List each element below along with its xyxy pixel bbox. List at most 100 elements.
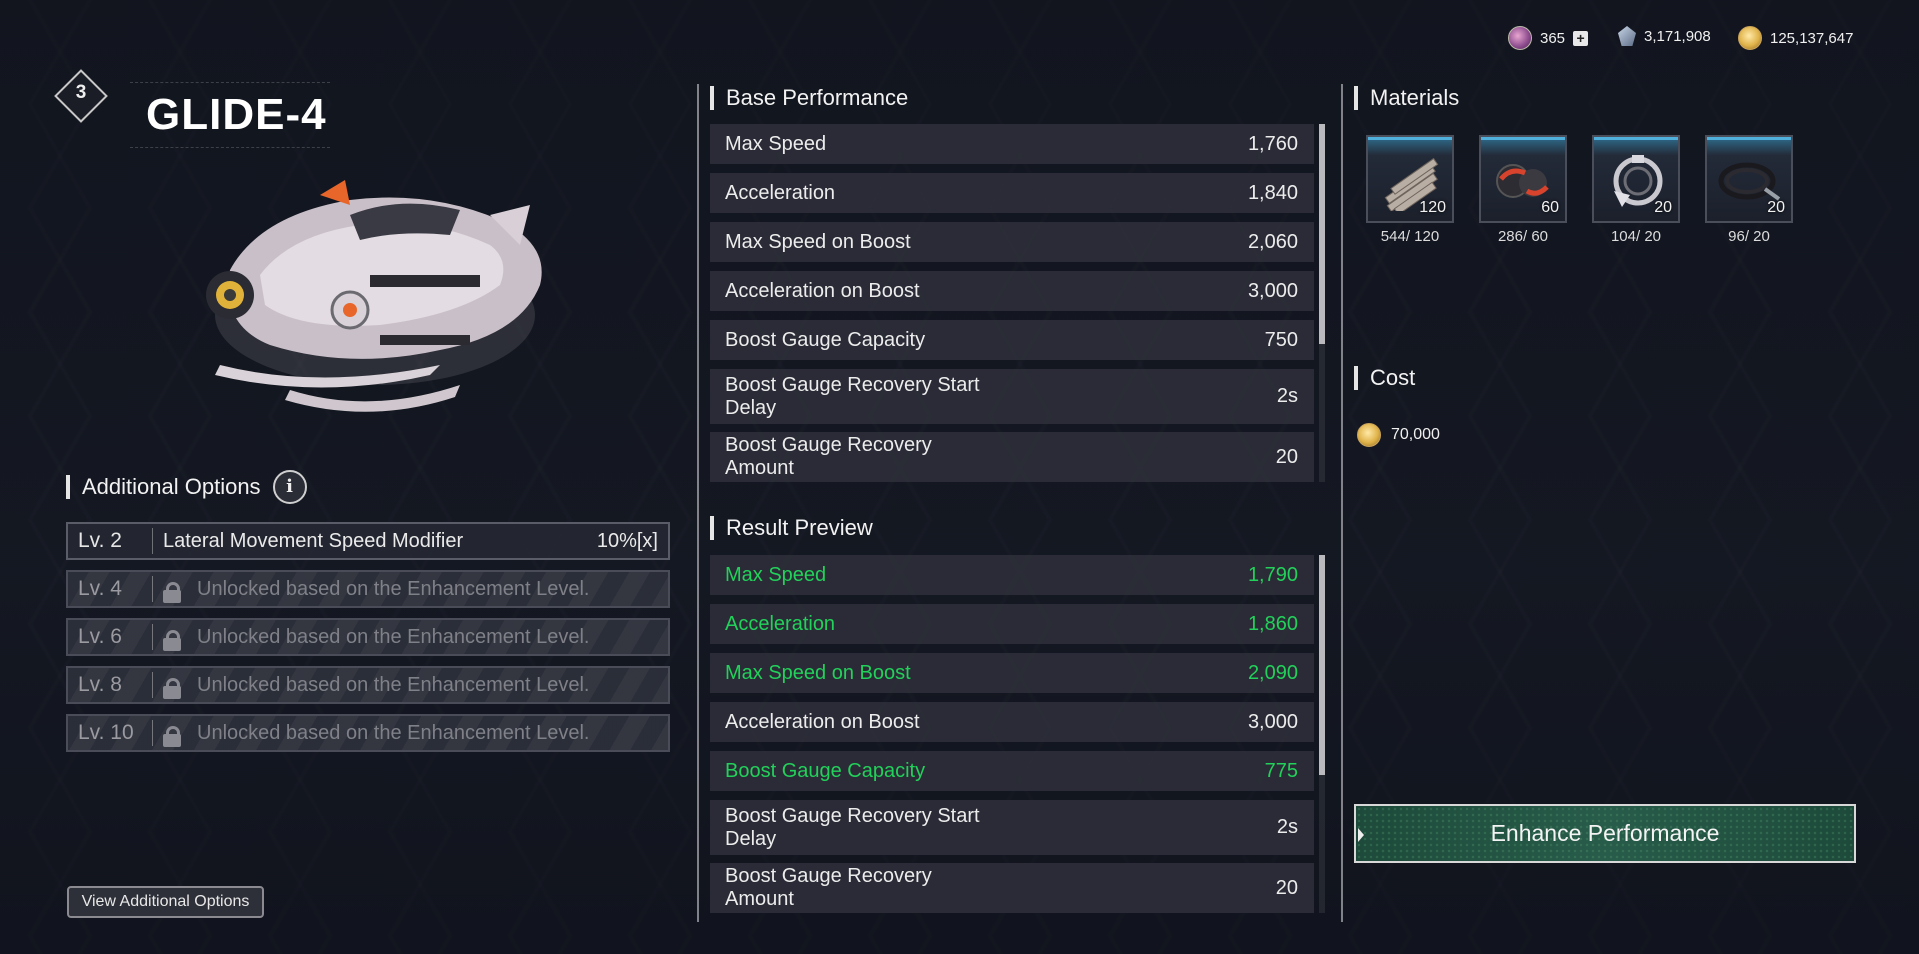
cost-value: 70,000 bbox=[1391, 426, 1440, 443]
option-level: Lv. 4 bbox=[78, 577, 122, 600]
enhance-performance-button[interactable]: Enhance Performance bbox=[1354, 804, 1856, 863]
option-text: Unlocked based on the Enhancement Level. bbox=[197, 577, 590, 600]
stat-name: Acceleration bbox=[725, 181, 836, 204]
stat-name: Max Speed on Boost bbox=[725, 661, 911, 684]
option-level: Lv. 2 bbox=[78, 529, 122, 552]
option-level: Lv. 10 bbox=[78, 721, 134, 744]
currency-crystals-value: 3,171,908 bbox=[1644, 27, 1711, 45]
base-performance-scroll-thumb[interactable] bbox=[1319, 124, 1325, 344]
materials-header: Materials bbox=[1354, 85, 1459, 111]
level-number: 3 bbox=[75, 82, 87, 103]
stat-row: Acceleration 1,860 bbox=[710, 604, 1314, 644]
lock-icon bbox=[163, 678, 181, 699]
stat-value: 1,760 bbox=[1247, 132, 1298, 155]
stat-row: Boost Gauge Recovery Start Delay 2s bbox=[710, 369, 1314, 424]
stat-row: Max Speed 1,790 bbox=[710, 555, 1314, 595]
stat-row: Acceleration on Boost 3,000 bbox=[710, 702, 1314, 742]
lock-icon bbox=[163, 582, 181, 603]
stat-row: Acceleration on Boost 3,000 bbox=[710, 271, 1314, 311]
stat-row: Boost Gauge Recovery Amount 20 bbox=[710, 432, 1314, 482]
material-owned: 96/ 20 bbox=[1728, 228, 1770, 245]
material-required: 60 bbox=[1541, 199, 1559, 216]
result-preview-scroll-thumb[interactable] bbox=[1319, 555, 1325, 775]
material-required: 20 bbox=[1654, 199, 1672, 216]
stat-name: Acceleration bbox=[725, 612, 836, 635]
option-row-lv8: Lv. 8 Unlocked based on the Enhancement … bbox=[66, 666, 670, 704]
option-row-lv6: Lv. 6 Unlocked based on the Enhancement … bbox=[66, 618, 670, 656]
stat-value: 2,090 bbox=[1247, 661, 1298, 684]
option-text: Lateral Movement Speed Modifier bbox=[163, 529, 464, 552]
stat-value: 1,790 bbox=[1247, 563, 1298, 586]
option-text: Unlocked based on the Enhancement Level. bbox=[197, 673, 590, 696]
stat-name: Acceleration on Boost bbox=[725, 279, 920, 302]
stat-row: Acceleration 1,840 bbox=[710, 173, 1314, 213]
gold-coin-icon bbox=[1738, 26, 1762, 50]
materials-title: Materials bbox=[1370, 85, 1460, 110]
option-row-lv4: Lv. 4 Unlocked based on the Enhancement … bbox=[66, 570, 670, 608]
material-slot-2[interactable]: 60 bbox=[1479, 135, 1567, 223]
stat-value: 1,860 bbox=[1247, 612, 1298, 635]
enhance-performance-label: Enhance Performance bbox=[1490, 820, 1720, 846]
stat-row: Boost Gauge Capacity 750 bbox=[710, 320, 1314, 360]
option-row-lv10: Lv. 10 Unlocked based on the Enhancement… bbox=[66, 714, 670, 752]
additional-options-header: Additional Options i bbox=[66, 470, 307, 504]
material-required: 120 bbox=[1419, 199, 1446, 216]
base-performance-header: Base Performance bbox=[710, 85, 908, 111]
material-owned: 544/ 120 bbox=[1380, 228, 1440, 245]
option-text: Unlocked based on the Enhancement Level. bbox=[197, 625, 590, 648]
info-icon[interactable]: i bbox=[272, 470, 307, 504]
stat-value: 750 bbox=[1264, 328, 1298, 351]
stat-row: Boost Gauge Capacity 775 bbox=[710, 751, 1314, 791]
material-slot-1[interactable]: 120 bbox=[1366, 135, 1454, 223]
add-gems-icon[interactable]: + bbox=[1573, 30, 1589, 46]
stat-row: Boost Gauge Recovery Amount 20 bbox=[710, 863, 1314, 913]
vehicle-name: GLIDE-4 bbox=[146, 90, 327, 139]
base-performance-title: Base Performance bbox=[726, 85, 909, 110]
stat-name: Boost Gauge Recovery Amount bbox=[725, 865, 932, 910]
stat-name: Boost Gauge Recovery Amount bbox=[725, 434, 932, 479]
currency-gems: 365 + bbox=[1508, 26, 1589, 50]
gold-coin-icon bbox=[1357, 423, 1381, 447]
cost-title: Cost bbox=[1370, 365, 1416, 390]
stat-row: Max Speed on Boost 2,060 bbox=[710, 222, 1314, 262]
base-performance-list[interactable]: Max Speed 1,760 Acceleration 1,840 Max S… bbox=[710, 124, 1314, 482]
stat-name: Max Speed on Boost bbox=[725, 230, 911, 253]
stat-name: Boost Gauge Recovery Start Delay bbox=[725, 373, 980, 419]
stat-name: Acceleration on Boost bbox=[725, 710, 920, 733]
additional-options-title: Additional Options bbox=[82, 474, 261, 499]
panel-divider-left bbox=[697, 84, 699, 922]
stat-value: 1,840 bbox=[1247, 181, 1298, 204]
stat-row: Max Speed 1,760 bbox=[710, 124, 1314, 164]
vehicle-image bbox=[206, 180, 542, 412]
option-row-lv2[interactable]: Lv. 2 Lateral Movement Speed Modifier 10… bbox=[66, 522, 670, 560]
material-slot-4[interactable]: 20 bbox=[1705, 135, 1793, 223]
material-slot-3[interactable]: 20 bbox=[1592, 135, 1680, 223]
currency-gems-value: 365 bbox=[1540, 29, 1566, 47]
view-additional-options-button[interactable]: View Additional Options bbox=[67, 886, 264, 918]
stat-value: 2s bbox=[1276, 816, 1298, 838]
currency-gold: 125,137,647 bbox=[1738, 26, 1853, 50]
stat-value: 3,000 bbox=[1247, 710, 1298, 733]
stat-value: 3,000 bbox=[1247, 279, 1298, 302]
option-text: Unlocked based on the Enhancement Level. bbox=[197, 721, 590, 744]
gem-icon bbox=[1508, 26, 1532, 50]
material-owned: 104/ 20 bbox=[1610, 228, 1662, 245]
result-preview-title: Result Preview bbox=[726, 515, 873, 540]
currency-gold-value: 125,137,647 bbox=[1770, 29, 1854, 47]
cost-row: 70,000 bbox=[1357, 423, 1440, 447]
option-value: 10%[x] bbox=[596, 529, 658, 552]
stat-value: 2s bbox=[1276, 385, 1298, 407]
material-owned: 286/ 60 bbox=[1497, 228, 1549, 245]
stat-value: 20 bbox=[1275, 445, 1298, 468]
option-level: Lv. 6 bbox=[78, 625, 122, 648]
stat-row: Boost Gauge Recovery Start Delay 2s bbox=[710, 800, 1314, 855]
stat-row: Max Speed on Boost 2,090 bbox=[710, 653, 1314, 693]
stat-value: 775 bbox=[1264, 759, 1298, 782]
option-level: Lv. 8 bbox=[78, 673, 122, 696]
result-preview-list[interactable]: Max Speed 1,790 Acceleration 1,860 Max S… bbox=[710, 555, 1314, 913]
button-notch bbox=[1358, 828, 1364, 842]
stat-name: Boost Gauge Capacity bbox=[725, 759, 926, 782]
crystal-icon bbox=[1618, 26, 1636, 46]
stat-name: Max Speed bbox=[725, 563, 827, 586]
lock-icon bbox=[163, 630, 181, 651]
